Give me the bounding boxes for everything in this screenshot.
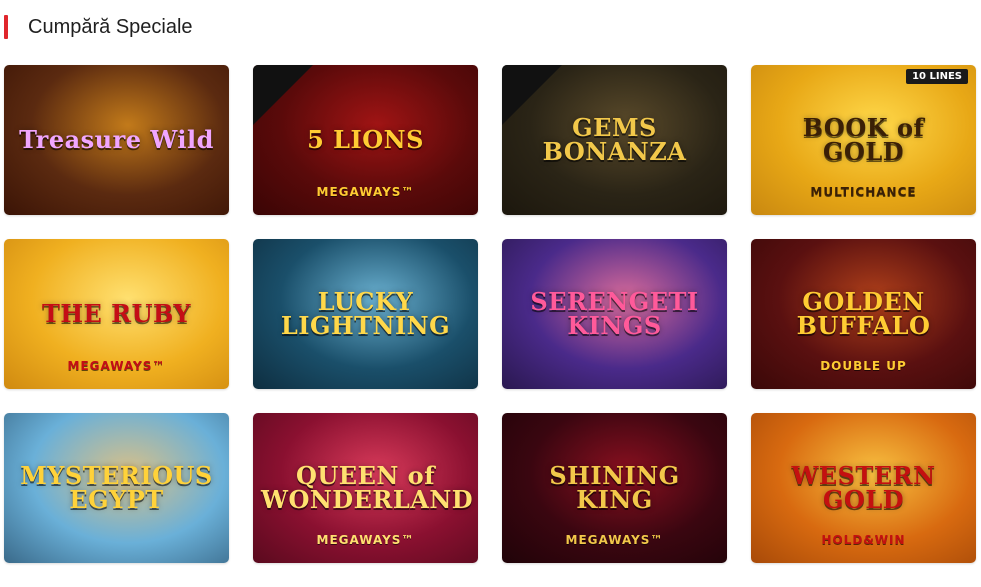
- game-tile[interactable]: Treasure Wild: [4, 65, 229, 215]
- game-subtitle: HOLD&WIN: [821, 533, 906, 547]
- section-header: Cumpără Speciale: [0, 12, 193, 42]
- game-title: 5 LIONS: [307, 125, 424, 154]
- game-title: THE RUBY: [41, 299, 192, 328]
- game-tile[interactable]: GOLDEN BUFFALO DOUBLE UP: [751, 239, 976, 389]
- game-tile[interactable]: MYSTERIOUS EGYPT: [4, 413, 229, 563]
- section-accent-bar: [4, 15, 8, 39]
- game-title: Treasure Wild: [19, 125, 214, 154]
- game-tile[interactable]: SERENGETI KINGS: [502, 239, 727, 389]
- game-title: SHINING KING: [549, 461, 680, 514]
- game-tile[interactable]: 10 LINES BOOK of GOLD MULTICHANCE: [751, 65, 976, 215]
- game-title: MYSTERIOUS EGYPT: [20, 461, 213, 514]
- game-subtitle: DOUBLE UP: [820, 359, 907, 373]
- game-subtitle: MEGAWAYS™: [67, 359, 166, 373]
- game-title: BOOK of GOLD: [802, 113, 925, 166]
- game-subtitle: MULTICHANCE: [810, 185, 917, 199]
- game-subtitle: MEGAWAYS™: [316, 185, 415, 199]
- game-title: LUCKY LIGHTNING: [280, 287, 451, 340]
- game-tile[interactable]: THE RUBY MEGAWAYS™: [4, 239, 229, 389]
- game-tile[interactable]: WESTERN GOLD HOLD&WIN: [751, 413, 976, 563]
- game-title: GOLDEN BUFFALO: [796, 287, 931, 340]
- game-title: SERENGETI KINGS: [530, 287, 699, 340]
- game-tile[interactable]: GEMS BONANZA: [502, 65, 727, 215]
- game-tile[interactable]: SHINING KING MEGAWAYS™: [502, 413, 727, 563]
- game-tile[interactable]: QUEEN of WONDERLAND MEGAWAYS™: [253, 413, 478, 563]
- game-subtitle: MEGAWAYS™: [565, 533, 664, 547]
- game-title: WESTERN GOLD: [791, 461, 936, 514]
- game-tile[interactable]: LUCKY LIGHTNING: [253, 239, 478, 389]
- game-tile[interactable]: 5 LIONS MEGAWAYS™: [253, 65, 478, 215]
- game-title: GEMS BONANZA: [542, 113, 687, 166]
- drops-wins-corner: [253, 65, 313, 125]
- game-grid: Treasure Wild 5 LIONS MEGAWAYS™ GEMS BONANZ…: [4, 65, 976, 563]
- section-title: Cumpără Speciale: [28, 15, 193, 38]
- game-subtitle: MEGAWAYS™: [316, 533, 415, 547]
- lines-badge: 10 LINES: [906, 69, 968, 84]
- game-title: QUEEN of WONDERLAND: [261, 461, 474, 514]
